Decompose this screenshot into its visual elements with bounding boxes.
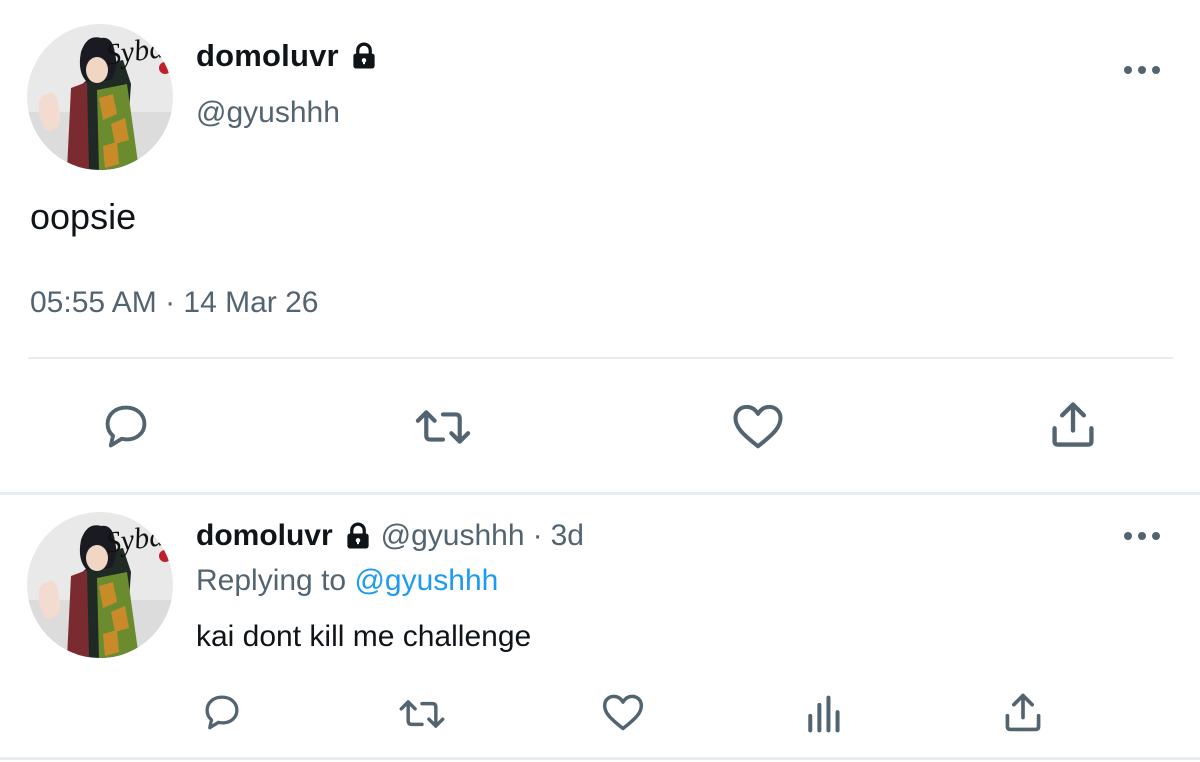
retweet-button[interactable]: [396, 695, 448, 733]
author-name[interactable]: domoluvr: [196, 38, 379, 74]
divider: [0, 757, 1200, 760]
replying-handle-link[interactable]: @gyushhh: [354, 564, 498, 597]
lock-icon: [347, 522, 369, 549]
separator: ·: [532, 519, 543, 552]
avatar[interactable]: Sybau: [27, 24, 173, 170]
author-handle[interactable]: @gyushhh: [381, 519, 525, 553]
more-icon[interactable]: [1122, 529, 1162, 543]
replying-to: Replying to @gyushhh: [196, 564, 498, 598]
share-icon: [1005, 693, 1041, 732]
like-button[interactable]: [731, 401, 785, 451]
heart-icon: [733, 404, 783, 449]
display-name[interactable]: domoluvr: [196, 38, 339, 74]
reply-button[interactable]: [99, 400, 153, 452]
like-button[interactable]: [601, 691, 645, 733]
retweet-button[interactable]: [412, 404, 474, 450]
retweet-icon: [415, 410, 471, 444]
avatar-image: Sybau: [27, 24, 173, 170]
retweet-icon: [399, 700, 445, 728]
author-handle[interactable]: @gyushhh: [196, 96, 340, 130]
tweet-text: oopsie: [30, 196, 137, 237]
reply-header: domoluvr @gyushhh · 3d: [196, 519, 584, 553]
avatar-image: Sybau: [27, 512, 173, 658]
analytics-button[interactable]: [804, 694, 842, 734]
avatar[interactable]: Sybau: [27, 512, 173, 658]
divider: [0, 492, 1200, 495]
display-name[interactable]: domoluvr: [196, 519, 333, 553]
divider: [28, 357, 1173, 359]
replying-prefix: Replying to: [196, 564, 347, 597]
tweet-age[interactable]: 3d: [551, 519, 584, 553]
tweet-timestamp[interactable]: 05:55 AM · 14 Mar 26: [30, 286, 319, 320]
tweet-text: kai dont kill me challenge: [196, 620, 532, 653]
reply-icon: [205, 695, 239, 730]
heart-icon: [602, 694, 644, 731]
share-button[interactable]: [1001, 690, 1045, 734]
share-button[interactable]: [1046, 398, 1100, 450]
reply-button[interactable]: [200, 691, 244, 733]
lock-icon: [353, 42, 375, 69]
reply-icon: [105, 405, 147, 448]
more-icon[interactable]: [1122, 63, 1162, 77]
share-icon: [1052, 402, 1094, 447]
analytics-icon: [808, 695, 840, 733]
